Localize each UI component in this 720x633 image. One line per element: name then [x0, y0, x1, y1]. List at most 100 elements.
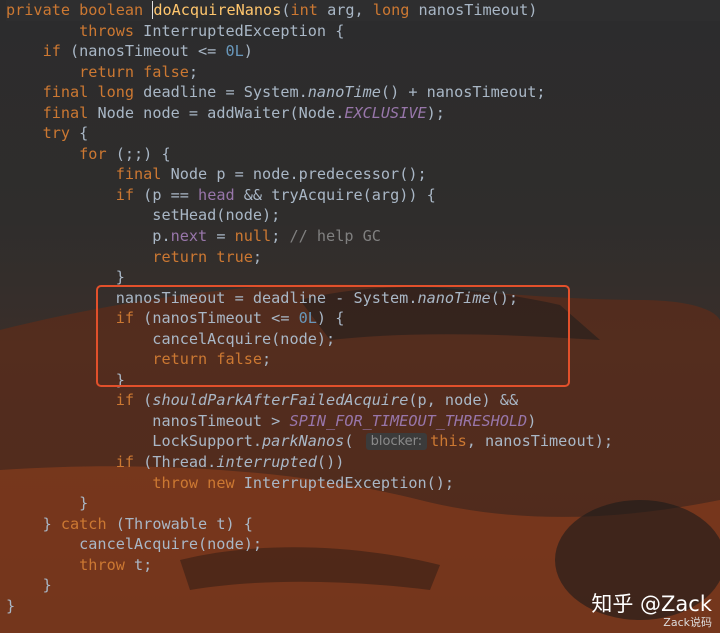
code-token: InterruptedException {: [143, 21, 345, 40]
code-token: Node node = addWaiter(Node.: [97, 103, 345, 122]
code-token: return false: [79, 62, 189, 81]
code-token: for: [79, 144, 116, 163]
code-token: (;;) {: [115, 144, 171, 163]
code-token: return true: [152, 247, 253, 266]
code-line[interactable]: return false;: [6, 62, 720, 83]
code-token: arg,: [327, 1, 373, 19]
code-token: }: [6, 268, 125, 287]
code-token: (p ==: [143, 185, 199, 204]
code-token: LockSupport.: [6, 432, 263, 451]
code-token: throw: [79, 555, 135, 574]
code-token: catch: [60, 514, 116, 533]
code-token: () + nanosTimeout;: [380, 83, 546, 102]
code-token: p.: [6, 227, 171, 246]
code-token: ): [527, 411, 537, 430]
code-token: oAcquireNanos: [162, 1, 282, 19]
code-line[interactable]: try {: [6, 123, 720, 144]
code-token: if: [42, 42, 71, 61]
code-token: }: [6, 494, 89, 513]
code-line[interactable]: cancelAcquire(node);: [6, 534, 720, 555]
code-token: (Thread.: [143, 453, 217, 472]
code-token: // help GC: [289, 227, 381, 246]
code-token: , nanosTimeout);: [466, 432, 614, 451]
watermark: 知乎 @Zack Zack说码: [591, 592, 712, 630]
code-token: private boolean: [6, 1, 153, 19]
code-line[interactable]: return true;: [6, 247, 720, 268]
code-token: long: [372, 1, 419, 19]
code-token: d: [152, 1, 163, 19]
highlight-box: [96, 285, 570, 387]
code-line[interactable]: if (nanosTimeout <= 0L): [6, 41, 720, 62]
code-token: && tryAcquire(arg)) {: [243, 185, 436, 204]
code-token: final long: [42, 83, 144, 102]
code-token: (: [344, 432, 363, 451]
code-token: next: [170, 227, 217, 246]
code-token: Node p = node.predecessor();: [170, 165, 427, 184]
code-token: =: [216, 227, 235, 246]
code-token: nanosTimeout >: [6, 411, 290, 430]
code-line[interactable]: p.next = null; // help GC: [6, 226, 720, 247]
code-token: }: [6, 576, 52, 595]
code-token: (: [281, 1, 291, 19]
code-token: ;: [271, 227, 290, 246]
code-token: shouldParkAfterFailedAcquire: [152, 391, 409, 410]
parameter-hint: blocker:: [365, 433, 428, 451]
code-line[interactable]: } catch (Throwable t) {: [6, 514, 720, 535]
code-token: (p, node) &&: [408, 391, 519, 410]
code-line[interactable]: nanosTimeout > SPIN_FOR_TIMEOUT_THRESHOL…: [6, 411, 720, 432]
code-token: cancelAcquire(node);: [6, 535, 263, 554]
code-line[interactable]: throws InterruptedException {: [6, 21, 720, 42]
code-token: head: [198, 185, 244, 204]
code-token: 0L: [225, 42, 244, 61]
code-token: parkNanos: [262, 432, 345, 451]
code-token: (Throwable t) {: [115, 514, 253, 533]
code-token: ()): [316, 453, 345, 472]
code-line[interactable]: if (p == head && tryAcquire(arg)) {: [6, 185, 720, 206]
code-token: nanosTimeout): [418, 1, 538, 19]
code-token: ;: [188, 62, 199, 81]
code-line[interactable]: for (;;) {: [6, 144, 720, 165]
code-token: null: [234, 227, 272, 246]
code-token: nanoTime: [307, 83, 381, 102]
code-line[interactable]: LockSupport.parkNanos( blocker: this, nan…: [6, 431, 720, 452]
code-line[interactable]: private boolean doAcquireNanos(int arg, …: [6, 0, 720, 21]
code-line[interactable]: if (Thread.interrupted()): [6, 452, 720, 473]
code-token: final: [42, 103, 98, 122]
code-line[interactable]: setHead(node);: [6, 205, 720, 226]
code-token: setHead(node);: [6, 206, 281, 225]
code-token: ): [243, 42, 253, 61]
code-token: if: [115, 453, 144, 472]
code-line[interactable]: final long deadline = System.nanoTime() …: [6, 82, 720, 103]
code-line[interactable]: }: [6, 493, 720, 514]
code-token: final: [115, 165, 171, 184]
watermark-main-text: 知乎 @Zack: [591, 592, 712, 616]
code-token: (: [143, 391, 153, 410]
code-token: (nanosTimeout <=: [70, 42, 226, 61]
code-token: }: [6, 596, 16, 615]
code-token: if: [115, 391, 144, 410]
code-line[interactable]: final Node p = node.predecessor();: [6, 164, 720, 185]
code-token: t;: [134, 555, 153, 574]
code-token: );: [426, 103, 445, 122]
code-line[interactable]: if (shouldParkAfterFailedAcquire(p, node…: [6, 390, 720, 411]
code-token: ;: [252, 247, 263, 266]
code-line[interactable]: throw new InterruptedException();: [6, 473, 720, 494]
code-token: throw new: [152, 473, 244, 492]
code-token: }: [6, 514, 61, 533]
code-token: int: [290, 1, 328, 19]
code-line[interactable]: final Node node = addWaiter(Node.EXCLUSI…: [6, 103, 720, 124]
code-line[interactable]: throw t;: [6, 555, 720, 576]
code-token: if: [115, 185, 144, 204]
code-token: {: [79, 124, 89, 143]
